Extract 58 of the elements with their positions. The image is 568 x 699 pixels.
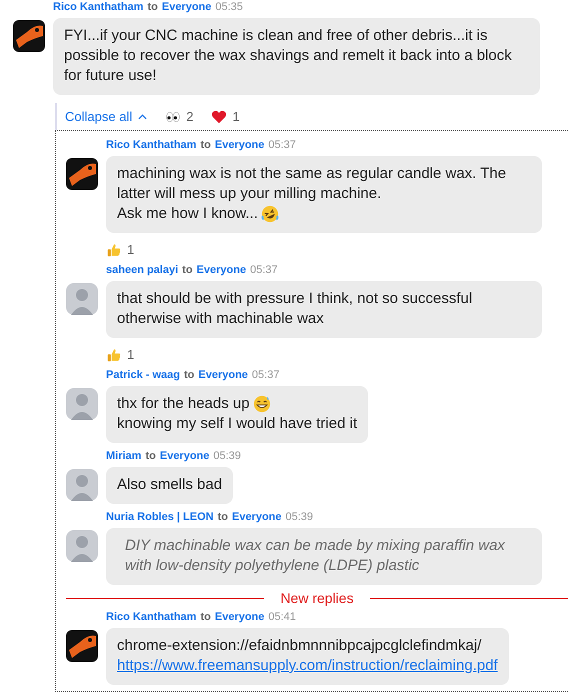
message-time: 05:37: [252, 369, 280, 381]
reaction-button[interactable]: 2: [165, 109, 194, 124]
reaction-button[interactable]: 1: [211, 109, 240, 124]
message-time: 05:41: [268, 611, 296, 623]
author-name[interactable]: Rico Kanthatham: [106, 139, 196, 151]
recipient-name[interactable]: Everyone: [160, 450, 210, 462]
author-name[interactable]: saheen palayi: [106, 264, 178, 276]
recipient-name[interactable]: Everyone: [232, 511, 282, 523]
message-text: DIY machinable wax can be made by mixing paraffin wax with low-density polyethylene (LDPE) plastic: [124, 536, 506, 576]
message-time: 05:39: [286, 511, 314, 523]
to-label: to: [200, 139, 211, 151]
message-time: 05:39: [213, 450, 241, 462]
recipient-name[interactable]: Everyone: [214, 139, 264, 151]
message-text: Ask me how I know...: [117, 204, 258, 224]
author-name[interactable]: Rico Kanthatham: [53, 1, 144, 13]
to-label: to: [147, 1, 158, 13]
recipient-name[interactable]: Everyone: [214, 611, 264, 623]
thumbs-up-icon: [106, 348, 122, 362]
author-name[interactable]: Rico Kanthatham: [106, 611, 196, 623]
recipient-name[interactable]: Everyone: [162, 1, 212, 13]
reaction-button[interactable]: 1: [106, 242, 134, 257]
author-name[interactable]: Nuria Robles | LEON: [106, 511, 214, 523]
recipient-name[interactable]: Everyone: [196, 264, 246, 276]
message-text: FYI...if your CNC machine is clean and free of other debris...it is possible to recover the wax shavings and remelt it back into a block for future use!: [64, 26, 513, 86]
message-text: knowing my self I would have tried it: [117, 414, 358, 434]
message-time: 05:37: [268, 139, 296, 151]
to-label: to: [218, 511, 228, 523]
message-text: that should be with pressure I think, not so successful otherwise with machinable wax: [117, 289, 474, 329]
reaction-button[interactable]: 1: [106, 347, 134, 362]
avatar-photo-placeholder: [66, 283, 98, 315]
message-time: 05:35: [215, 1, 243, 13]
message-text: machining wax is not the same as regular candle wax. The latter will mess up your milling machine.: [117, 164, 508, 204]
logo-avatar: [66, 630, 98, 662]
avatar-photo-placeholder: [66, 469, 98, 501]
author-name[interactable]: Miriam: [106, 450, 142, 462]
message-link[interactable]: https://www.freemansupply.com/instruction/reclaiming.pdf: [117, 656, 498, 676]
eyes-icon: [165, 110, 182, 124]
new-replies-divider-label: New replies: [280, 590, 354, 606]
to-label: to: [145, 450, 156, 462]
thumbs-up-icon: [106, 242, 122, 256]
heart-icon: [211, 110, 228, 124]
logo-avatar: [66, 158, 98, 190]
message-text: chrome-extension://efaidnbmnnnibpcajpcglclefindmkaj/: [117, 636, 482, 656]
avatar-photo-placeholder: [66, 388, 98, 420]
to-label: to: [200, 611, 211, 623]
logo-avatar: [13, 20, 45, 52]
message-text: Also smells bad: [117, 475, 222, 495]
avatar-photo-placeholder: [66, 530, 98, 562]
to-label: to: [182, 264, 193, 276]
grinning-face-icon: [252, 395, 271, 413]
laughing-face-icon: [260, 205, 279, 223]
recipient-name[interactable]: Everyone: [198, 369, 248, 381]
author-name[interactable]: Patrick - waag: [106, 369, 180, 381]
chevron-up-icon: [138, 114, 148, 120]
collapse-all-button[interactable]: Collapse all: [65, 109, 148, 124]
to-label: to: [184, 369, 194, 381]
message-text: thx for the heads up: [117, 394, 250, 414]
message-time: 05:37: [250, 264, 278, 276]
